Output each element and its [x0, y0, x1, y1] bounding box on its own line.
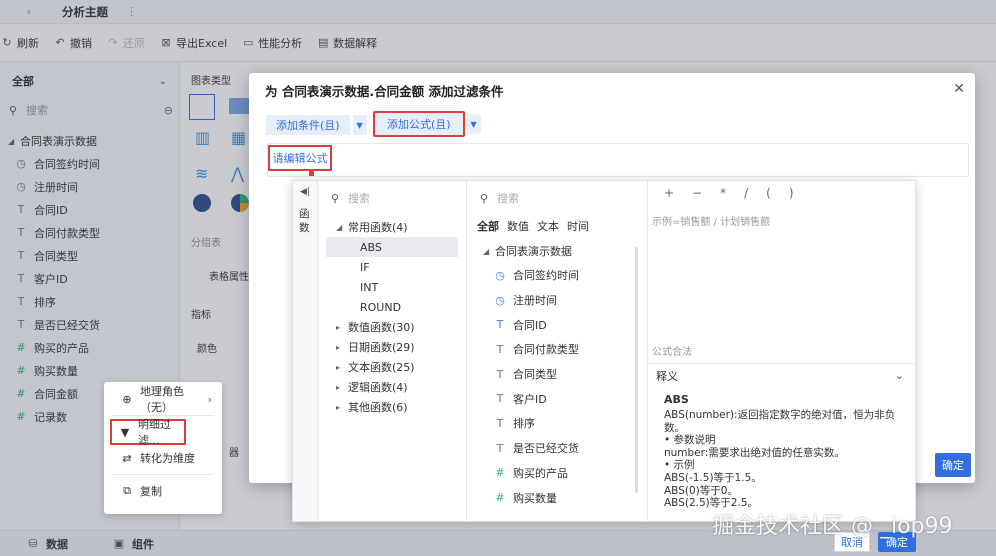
function-group[interactable]: ▸ 其他函数(6)	[318, 397, 466, 417]
editor-field-list: ◷ 合同签约时间 ◷ 注册时间 T 合同ID T 合同付款类型 T 合同类型 T 客户ID T 排序 T 是否…	[467, 263, 647, 510]
function-panel: ⚲ 搜索 ◢ 常用函数(4) ABS IF INT ROUND ▸ 数值函数(30) ▸ 日期函数…	[318, 181, 466, 521]
operator-bar: + − * / ()	[648, 181, 916, 205]
watermark: 掘金技术社区 @ _iop99	[712, 514, 953, 539]
operator-button[interactable]: −	[692, 186, 702, 200]
description-line: ABS(0)等于0。	[664, 484, 738, 497]
editor-field-item[interactable]: # 购买的产品	[467, 461, 647, 486]
field-search-input[interactable]: 搜索	[497, 190, 519, 206]
function-item[interactable]: ROUND	[318, 297, 466, 317]
function-name: ABS	[664, 393, 689, 406]
function-item[interactable]: IF	[318, 257, 466, 277]
expand-triangle-icon: ◢	[336, 222, 343, 232]
copy-icon: ⧉	[123, 484, 131, 497]
add-formula-button[interactable]: 添加公式(且)	[373, 111, 465, 137]
description-line: number:需要求出绝对值的任意实数。	[664, 446, 845, 459]
menu-item-geo-role[interactable]: ⊕ 地理角色（无） ›	[110, 385, 216, 414]
add-formula-caret[interactable]: ▼	[466, 114, 481, 134]
formula-status: 公式合法	[652, 347, 692, 358]
editor-field-item[interactable]: ◷ 合同签约时间	[467, 263, 647, 288]
function-group[interactable]: ▸ 数值函数(30)	[318, 317, 466, 337]
description-line: ABS(-1.5)等于1.5。	[664, 471, 762, 484]
collapse-icon[interactable]: ◀|	[300, 187, 310, 197]
text-type-icon: T	[496, 416, 504, 430]
function-item[interactable]: ABS	[326, 237, 458, 257]
operator-button[interactable]: (	[766, 186, 771, 200]
editor-field-item[interactable]: T 是否已经交货	[467, 436, 647, 461]
formula-input[interactable]: 示例=销售额 / 计划销售额	[652, 213, 770, 228]
operator-button[interactable]: )	[789, 186, 794, 200]
editor-field-item[interactable]: T 客户ID	[467, 386, 647, 411]
text-type-icon: T	[496, 318, 504, 332]
expand-triangle-icon: ◢	[483, 246, 490, 256]
text-type-icon: T	[496, 342, 504, 356]
chevron-down-icon: ⌄	[894, 369, 904, 382]
function-group[interactable]: ▸ 文本函数(25)	[318, 357, 466, 377]
search-icon: ⚲	[479, 191, 489, 205]
function-group[interactable]: ▸ 日期函数(29)	[318, 337, 466, 357]
function-group[interactable]: ▸ 逻辑函数(4)	[318, 377, 466, 397]
field-scrollbar[interactable]	[635, 247, 638, 493]
editor-field-item[interactable]: T 合同付款类型	[467, 337, 647, 362]
operator-button[interactable]: /	[744, 186, 748, 200]
close-icon[interactable]: ✕	[953, 81, 965, 97]
dialog-confirm-button[interactable]: 确定	[935, 453, 971, 477]
connector-marker	[309, 171, 314, 176]
function-tree: ◢ 常用函数(4) ABS IF INT ROUND ▸ 数值函数(30) ▸ 日期函数(29) ▸…	[318, 217, 466, 417]
tab-field-type[interactable]: 全部	[477, 218, 499, 234]
search-icon: ⚲	[330, 191, 340, 205]
dialog-title: 为 合同表演示数据.合同金额 添加过滤条件	[265, 84, 504, 99]
tab-field-type[interactable]: 数值	[507, 218, 529, 234]
tab-field-type[interactable]: 时间	[567, 218, 589, 234]
function-search-input[interactable]: 搜索	[348, 190, 370, 206]
description-line: ABS(number):返回指定数字的绝对值，恒为非负数。	[664, 409, 896, 434]
menu-item-detail-filter[interactable]: ▼ 明细过滤...	[110, 418, 186, 447]
collapse-triangle-icon: ▸	[336, 362, 341, 372]
collapse-triangle-icon: ▸	[336, 402, 341, 412]
menu-item-convert-dimension[interactable]: ⇄ 转化为维度	[110, 445, 216, 471]
collapse-triangle-icon: ▸	[336, 382, 341, 392]
operator-button[interactable]: *	[720, 186, 726, 200]
editor-field-item[interactable]: # 购买数量	[467, 485, 647, 510]
field-panel: ⚲ 搜索 全部 数值 文本 时间 ◢ 合同表演示数据 ◷ 合同签约时间 ◷ 注册时间 T 合同I…	[467, 181, 647, 521]
field-type-tabs: 全部 数值 文本 时间	[477, 217, 647, 235]
edit-formula-link[interactable]: 请编辑公式	[268, 145, 332, 171]
formula-row	[267, 143, 969, 177]
field-group[interactable]: ◢ 合同表演示数据	[467, 239, 647, 263]
function-item[interactable]: INT	[318, 277, 466, 297]
menu-item-copy[interactable]: ⧉ 复制	[110, 478, 216, 504]
globe-icon: ⊕	[122, 392, 132, 406]
menu-divider	[112, 474, 214, 475]
add-condition-button[interactable]: 添加条件(且)	[266, 115, 350, 135]
function-group[interactable]: ◢ 常用函数(4)	[318, 217, 466, 237]
explain-header[interactable]: 释义 ⌄	[648, 363, 916, 387]
tab-field-type[interactable]: 文本	[537, 218, 559, 234]
editor-field-item[interactable]: T 合同类型	[467, 362, 647, 387]
description-line: • 参数说明	[664, 434, 716, 447]
editor-field-item[interactable]: T 排序	[467, 411, 647, 436]
editor-field-item[interactable]: ◷ 注册时间	[467, 288, 647, 313]
text-type-icon: T	[496, 441, 504, 455]
description-line: • 示例	[664, 459, 695, 472]
collapse-triangle-icon: ▸	[336, 342, 341, 352]
filter-icon: ▼	[120, 425, 130, 439]
formula-editor: ◀| 函数 ⚲ 搜索 ◢ 常用函数(4) ABS IF INT ROUND ▸ 数值函数(30…	[292, 180, 916, 522]
clock-icon: ◷	[495, 268, 505, 282]
swap-icon: ⇄	[122, 451, 132, 465]
field-context-menu: ⊕ 地理角色（无） › ▼ 明细过滤... ⇄ 转化为维度 ⧉ 复制	[104, 382, 222, 514]
operator-button[interactable]: +	[664, 186, 674, 200]
clock-icon: ◷	[495, 293, 505, 307]
text-type-icon: T	[496, 367, 504, 381]
chevron-right-icon: ›	[207, 392, 212, 406]
function-description: ABS(number):返回指定数字的绝对值，恒为非负数。 • 参数说明 numbe…	[664, 409, 914, 510]
formula-panel: + − * / () 示例=销售额 / 计划销售额 公式合法 释义 ⌄ ABS ABS(…	[648, 181, 916, 521]
number-type-icon: #	[495, 491, 505, 505]
functions-side-tab[interactable]: 函数	[299, 207, 311, 235]
collapse-triangle-icon: ▸	[336, 322, 341, 332]
editor-field-item[interactable]: T 合同ID	[467, 312, 647, 337]
number-type-icon: #	[495, 466, 505, 480]
add-condition-caret[interactable]: ▼	[352, 115, 367, 135]
text-type-icon: T	[496, 392, 504, 406]
